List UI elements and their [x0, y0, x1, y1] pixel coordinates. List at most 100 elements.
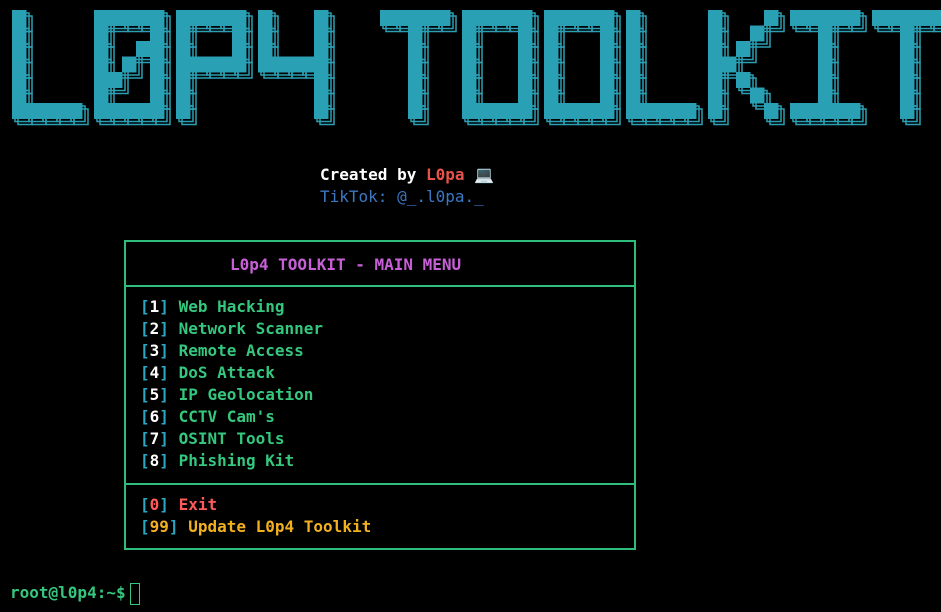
menu-item-label: Update L0p4 Toolkit — [188, 517, 372, 536]
banner-block — [408, 41, 423, 57]
menu-item[interactable]: [5] IP Geolocation — [140, 384, 313, 406]
menu-item-num: 8 — [149, 451, 160, 470]
banner-block — [544, 25, 559, 42]
banner-block — [626, 10, 641, 26]
banner-block — [232, 10, 247, 26]
banner-block — [572, 10, 587, 26]
banner-block — [394, 10, 409, 26]
banner-block — [600, 41, 615, 57]
menu-item-label: Web Hacking — [178, 297, 285, 316]
banner-block — [708, 87, 723, 104]
banner-block — [380, 10, 395, 26]
banner-block — [790, 103, 805, 119]
banner-block — [68, 103, 83, 119]
menu-divider-bottom — [126, 483, 634, 485]
banner-block — [408, 10, 423, 26]
banner-block — [708, 56, 723, 73]
banner-block — [314, 87, 329, 104]
banner-block — [314, 10, 329, 26]
shell-prompt[interactable]: root@l0p4:~$ — [10, 581, 140, 605]
banner-block — [708, 72, 723, 88]
banner-block — [900, 87, 915, 104]
menu-item-num: 0 — [149, 495, 160, 514]
banner-block — [462, 72, 477, 88]
banner-block — [708, 25, 723, 42]
banner-block — [300, 56, 315, 73]
banner-block — [504, 103, 519, 119]
menu-item[interactable]: [1] Web Hacking — [140, 296, 285, 318]
banner-block — [600, 56, 615, 73]
banner-block — [408, 87, 423, 104]
banner-block — [818, 72, 833, 88]
banner-block — [232, 56, 247, 73]
menu-item[interactable]: [3] Remote Access — [140, 340, 304, 362]
banner-block — [136, 10, 151, 26]
banner-block — [408, 56, 423, 73]
banner-block — [436, 10, 451, 26]
banner-block — [544, 10, 559, 26]
menu-item-label: Exit — [178, 495, 218, 514]
menu-item-update[interactable]: [99] Update L0p4 Toolkit — [140, 516, 371, 538]
menu-item-label: CCTV Cam's — [178, 407, 275, 426]
banner-block — [176, 10, 191, 26]
banner-block — [600, 72, 615, 88]
banner-block — [544, 103, 559, 119]
banner-block — [314, 56, 329, 73]
laptop-icon: 💻 — [474, 165, 495, 184]
banner-block — [518, 10, 533, 26]
banner-block — [108, 72, 123, 88]
menu-item-exit[interactable]: [0] Exit — [140, 494, 217, 516]
banner-block — [544, 41, 559, 57]
banner-block — [94, 87, 109, 104]
banner-block — [818, 41, 833, 57]
banner-block — [462, 87, 477, 104]
banner-block — [544, 56, 559, 73]
banner-block — [544, 87, 559, 104]
banner-block — [900, 72, 915, 88]
banner-block — [462, 103, 477, 119]
banner-block — [12, 103, 27, 119]
menu-item-num: 4 — [149, 363, 160, 382]
menu-item[interactable]: [7] OSINT Tools — [140, 428, 285, 450]
banner-block — [846, 103, 861, 119]
menu-item[interactable]: [6] CCTV Cam's — [140, 406, 275, 428]
banner-block — [258, 41, 273, 57]
banner-block — [708, 41, 723, 57]
banner-block — [736, 41, 751, 57]
banner-block — [136, 41, 151, 57]
banner-block — [928, 10, 941, 26]
banner-block — [190, 10, 205, 26]
menu-item[interactable]: [2] Network Scanner — [140, 318, 323, 340]
banner-block — [558, 10, 573, 26]
banner-block — [818, 25, 833, 42]
menu-item-num: 5 — [149, 385, 160, 404]
banner-block — [654, 103, 669, 119]
banner-block — [626, 25, 641, 42]
banner-block — [122, 56, 137, 73]
banner-block — [900, 25, 915, 42]
banner-block — [476, 103, 491, 119]
menu-item[interactable]: [8] Phishing Kit — [140, 450, 294, 472]
banner-block — [176, 72, 191, 88]
banner-block — [286, 56, 301, 73]
banner-block — [764, 103, 779, 119]
banner-block — [12, 25, 27, 42]
banner-block — [600, 25, 615, 42]
menu-item-label: Phishing Kit — [178, 451, 295, 470]
banner-block — [682, 103, 697, 119]
menu-item[interactable]: [4] DoS Attack — [140, 362, 275, 384]
banner-block — [408, 25, 423, 42]
banner-block — [12, 87, 27, 104]
banner-block — [722, 56, 737, 73]
banner-block — [408, 72, 423, 88]
tiktok-label: TikTok: — [320, 187, 398, 206]
banner-block — [708, 10, 723, 26]
banner-block — [476, 10, 491, 26]
banner-block — [258, 56, 273, 73]
banner-block — [832, 103, 847, 119]
banner-block — [108, 103, 123, 119]
menu-item-num: 7 — [149, 429, 160, 448]
banner-block — [232, 41, 247, 57]
banner-block — [586, 10, 601, 26]
banner-block — [846, 10, 861, 26]
